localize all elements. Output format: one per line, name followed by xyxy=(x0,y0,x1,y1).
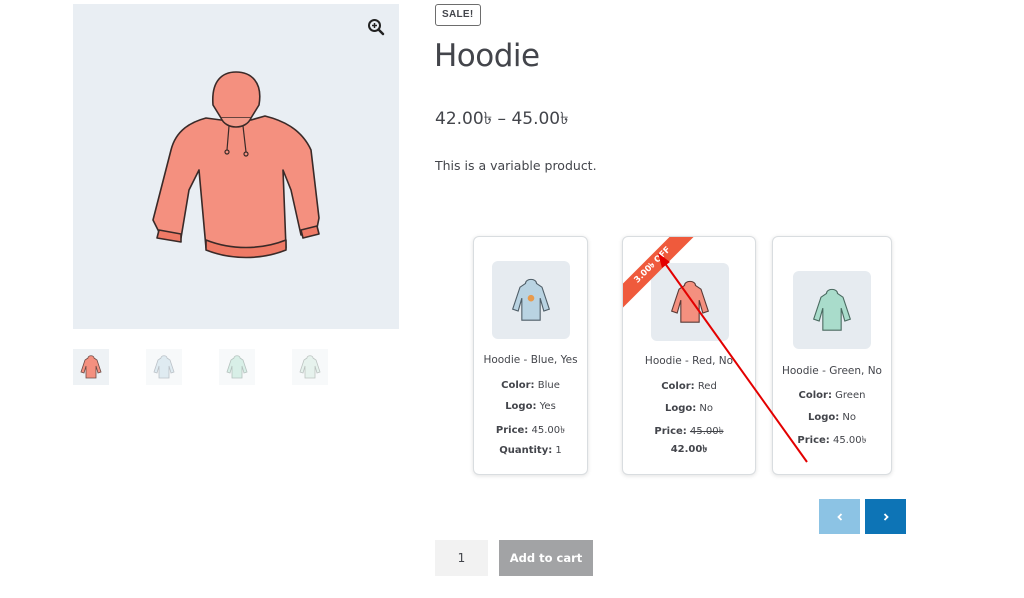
discount-ribbon: 3.00৳ OFF xyxy=(623,237,703,317)
carousel-next-button[interactable] xyxy=(865,499,906,534)
variation-logo: Logo: No xyxy=(664,403,714,414)
variation-price: Price: 45.00৳ xyxy=(654,426,724,437)
variation-logo: Logo: No xyxy=(807,412,857,423)
thumbnail-red-hoodie[interactable] xyxy=(73,349,109,385)
thumbnail-blue-hoodie[interactable] xyxy=(146,349,182,385)
variation-image-green xyxy=(793,271,871,349)
variation-name: Hoodie - Red, No xyxy=(644,355,734,367)
chevron-right-icon xyxy=(883,512,889,521)
variation-card-blue[interactable]: Hoodie - Blue, Yes Color: Blue Logo: Yes… xyxy=(473,236,588,475)
thumbnail-green-hoodie[interactable] xyxy=(219,349,255,385)
variation-price: Price: 45.00৳ xyxy=(797,435,867,446)
hoodie-image xyxy=(152,71,320,259)
variation-color: Color: Green xyxy=(798,390,866,401)
variation-quantity: Quantity: 1 xyxy=(499,445,562,456)
variation-name: Hoodie - Blue, Yes xyxy=(483,354,578,366)
variation-color: Color: Red xyxy=(661,381,717,392)
variation-price: Price: 45.00৳ xyxy=(495,425,566,436)
add-to-cart-button[interactable]: Add to cart xyxy=(499,540,593,576)
old-price: 45.00৳ xyxy=(689,426,724,437)
product-title: Hoodie xyxy=(434,38,540,74)
chevron-left-icon xyxy=(836,512,842,521)
variation-color: Color: Blue xyxy=(501,380,560,391)
thumbnail-hoodie-logo[interactable] xyxy=(292,349,328,385)
discount-ribbon-label: 3.00৳ OFF xyxy=(623,237,702,314)
blue-hoodie-icon xyxy=(511,278,551,321)
product-description: This is a variable product. xyxy=(435,158,597,173)
variation-name: Hoodie - Green, No xyxy=(781,365,882,377)
quantity-input[interactable] xyxy=(435,540,488,576)
variation-card-red[interactable]: 3.00৳ OFF Hoodie - Red, No Color: Red Lo… xyxy=(622,236,756,475)
zoom-icon[interactable] xyxy=(367,18,385,36)
sale-price: 42.00৳ xyxy=(670,444,708,455)
variation-card-green[interactable]: Hoodie - Green, No Color: Green Logo: No… xyxy=(772,236,892,475)
image-thumbnails xyxy=(73,349,328,385)
sale-badge: SALE! xyxy=(435,4,481,26)
variation-logo: Logo: Yes xyxy=(505,401,556,412)
price-range: 42.00৳ – 45.00৳ xyxy=(435,109,569,129)
main-product-image[interactable] xyxy=(73,4,399,329)
green-hoodie-icon xyxy=(812,288,852,331)
carousel-prev-button[interactable] xyxy=(819,499,860,534)
variation-image-blue xyxy=(492,261,570,339)
